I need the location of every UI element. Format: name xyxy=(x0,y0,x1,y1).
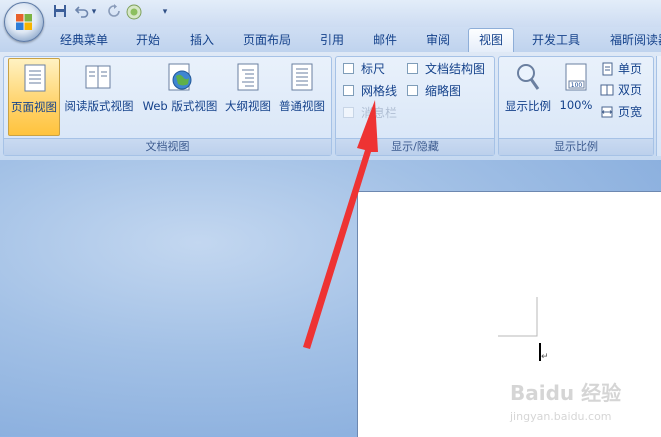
group-next-partial xyxy=(656,56,661,156)
save-icon[interactable] xyxy=(52,4,68,20)
page-view-icon xyxy=(24,64,46,92)
tab-home[interactable]: 开始 xyxy=(136,30,160,50)
baidu-watermark-logo: Baidu 经验 jingyan.baidu.com xyxy=(509,381,621,423)
quick-access-toolbar xyxy=(0,0,661,27)
svg-text:↵: ↵ xyxy=(541,352,548,362)
page-width-button[interactable]: 页宽 xyxy=(600,103,650,121)
customize-qat-icon[interactable]: ▾ xyxy=(160,4,170,20)
office-logo-icon xyxy=(16,14,32,30)
group-label-zoom: 显示比例 xyxy=(499,138,653,155)
tab-insert[interactable]: 插入 xyxy=(190,30,214,50)
tab-view[interactable]: 视图 xyxy=(479,30,503,50)
tab-classic-menu[interactable]: 经典菜单 xyxy=(60,30,108,50)
tab-developer[interactable]: 开发工具 xyxy=(532,30,580,50)
gridlines-checkbox-box[interactable] xyxy=(343,85,354,96)
group-label-document-views: 文档视图 xyxy=(4,138,331,155)
web-layout-button[interactable]: Web 版式视图 xyxy=(140,58,220,136)
document-map-checkbox-box[interactable] xyxy=(407,63,418,74)
undo-dropdown-icon[interactable]: ▾ xyxy=(90,4,98,20)
one-page-icon xyxy=(602,62,613,76)
group-label-show-hide: 显示/隐藏 xyxy=(336,138,494,155)
zoom-100-button[interactable]: 100 100% xyxy=(556,58,596,136)
page-view-button[interactable]: 页面视图 xyxy=(8,58,60,136)
one-page-button[interactable]: 单页 xyxy=(600,60,650,78)
two-pages-icon xyxy=(600,84,614,96)
outline-view-label: 大纲视图 xyxy=(225,99,271,113)
reading-layout-label: 阅读版式视图 xyxy=(64,99,134,113)
reading-layout-button[interactable]: 阅读版式视图 xyxy=(62,58,136,136)
tab-references[interactable]: 引用 xyxy=(320,30,344,50)
gridlines-label: 网格线 xyxy=(361,84,398,98)
zoom-100-icon-text: 100 xyxy=(571,82,583,89)
message-bar-label: 消息栏 xyxy=(361,106,398,120)
reading-layout-icon xyxy=(85,65,111,89)
text-boundary-corner: ↵ xyxy=(498,297,548,362)
thumbnails-label: 缩略图 xyxy=(425,84,462,98)
draft-view-button[interactable]: 普通视图 xyxy=(276,58,328,136)
ruler-label: 标尺 xyxy=(361,62,386,76)
zoom-100-label: 100% xyxy=(559,98,593,112)
two-pages-button[interactable]: 双页 xyxy=(600,81,650,99)
ruler-checkbox-box[interactable] xyxy=(343,63,354,74)
thumbnails-checkbox[interactable]: 缩略图 xyxy=(407,83,491,99)
undo-icon[interactable] xyxy=(74,4,90,20)
office-button[interactable] xyxy=(4,2,44,42)
page-width-label: 页宽 xyxy=(618,105,643,119)
zoom-button[interactable]: 显示比例 xyxy=(502,58,554,136)
redo-icon[interactable] xyxy=(106,4,122,20)
thumbnails-checkbox-box[interactable] xyxy=(407,85,418,96)
document-map-label: 文档结构图 xyxy=(425,62,486,76)
message-bar-checkbox[interactable]: 消息栏 xyxy=(343,105,403,121)
one-page-label: 单页 xyxy=(618,62,643,76)
web-layout-icon xyxy=(168,63,192,91)
draft-view-label: 普通视图 xyxy=(279,99,325,113)
draft-view-icon xyxy=(291,63,313,91)
circle-quick-icon[interactable] xyxy=(126,4,142,20)
svg-text:Baidu 经验: Baidu 经验 xyxy=(510,381,621,405)
magnifier-icon xyxy=(517,64,540,90)
two-pages-label: 双页 xyxy=(618,83,643,97)
zoom-label: 显示比例 xyxy=(505,99,551,113)
svg-text:jingyan.baidu.com: jingyan.baidu.com xyxy=(509,410,612,423)
gridlines-checkbox[interactable]: 网格线 xyxy=(343,83,403,99)
outline-view-button[interactable]: 大纲视图 xyxy=(222,58,274,136)
outline-view-icon xyxy=(237,63,259,91)
web-layout-label: Web 版式视图 xyxy=(142,99,218,113)
page-view-label: 页面视图 xyxy=(11,100,57,114)
zoom-100-icon: 100 xyxy=(565,63,587,91)
document-map-checkbox[interactable]: 文档结构图 xyxy=(407,61,491,77)
ruler-checkbox[interactable]: 标尺 xyxy=(343,61,403,77)
tab-mailings[interactable]: 邮件 xyxy=(373,30,397,50)
page-width-icon xyxy=(601,106,613,118)
tab-page-layout[interactable]: 页面布局 xyxy=(243,30,291,50)
tab-review[interactable]: 审阅 xyxy=(426,30,450,50)
tab-foxit-reader[interactable]: 福昕阅读器 xyxy=(610,30,661,50)
message-bar-checkbox-box[interactable] xyxy=(343,107,354,118)
